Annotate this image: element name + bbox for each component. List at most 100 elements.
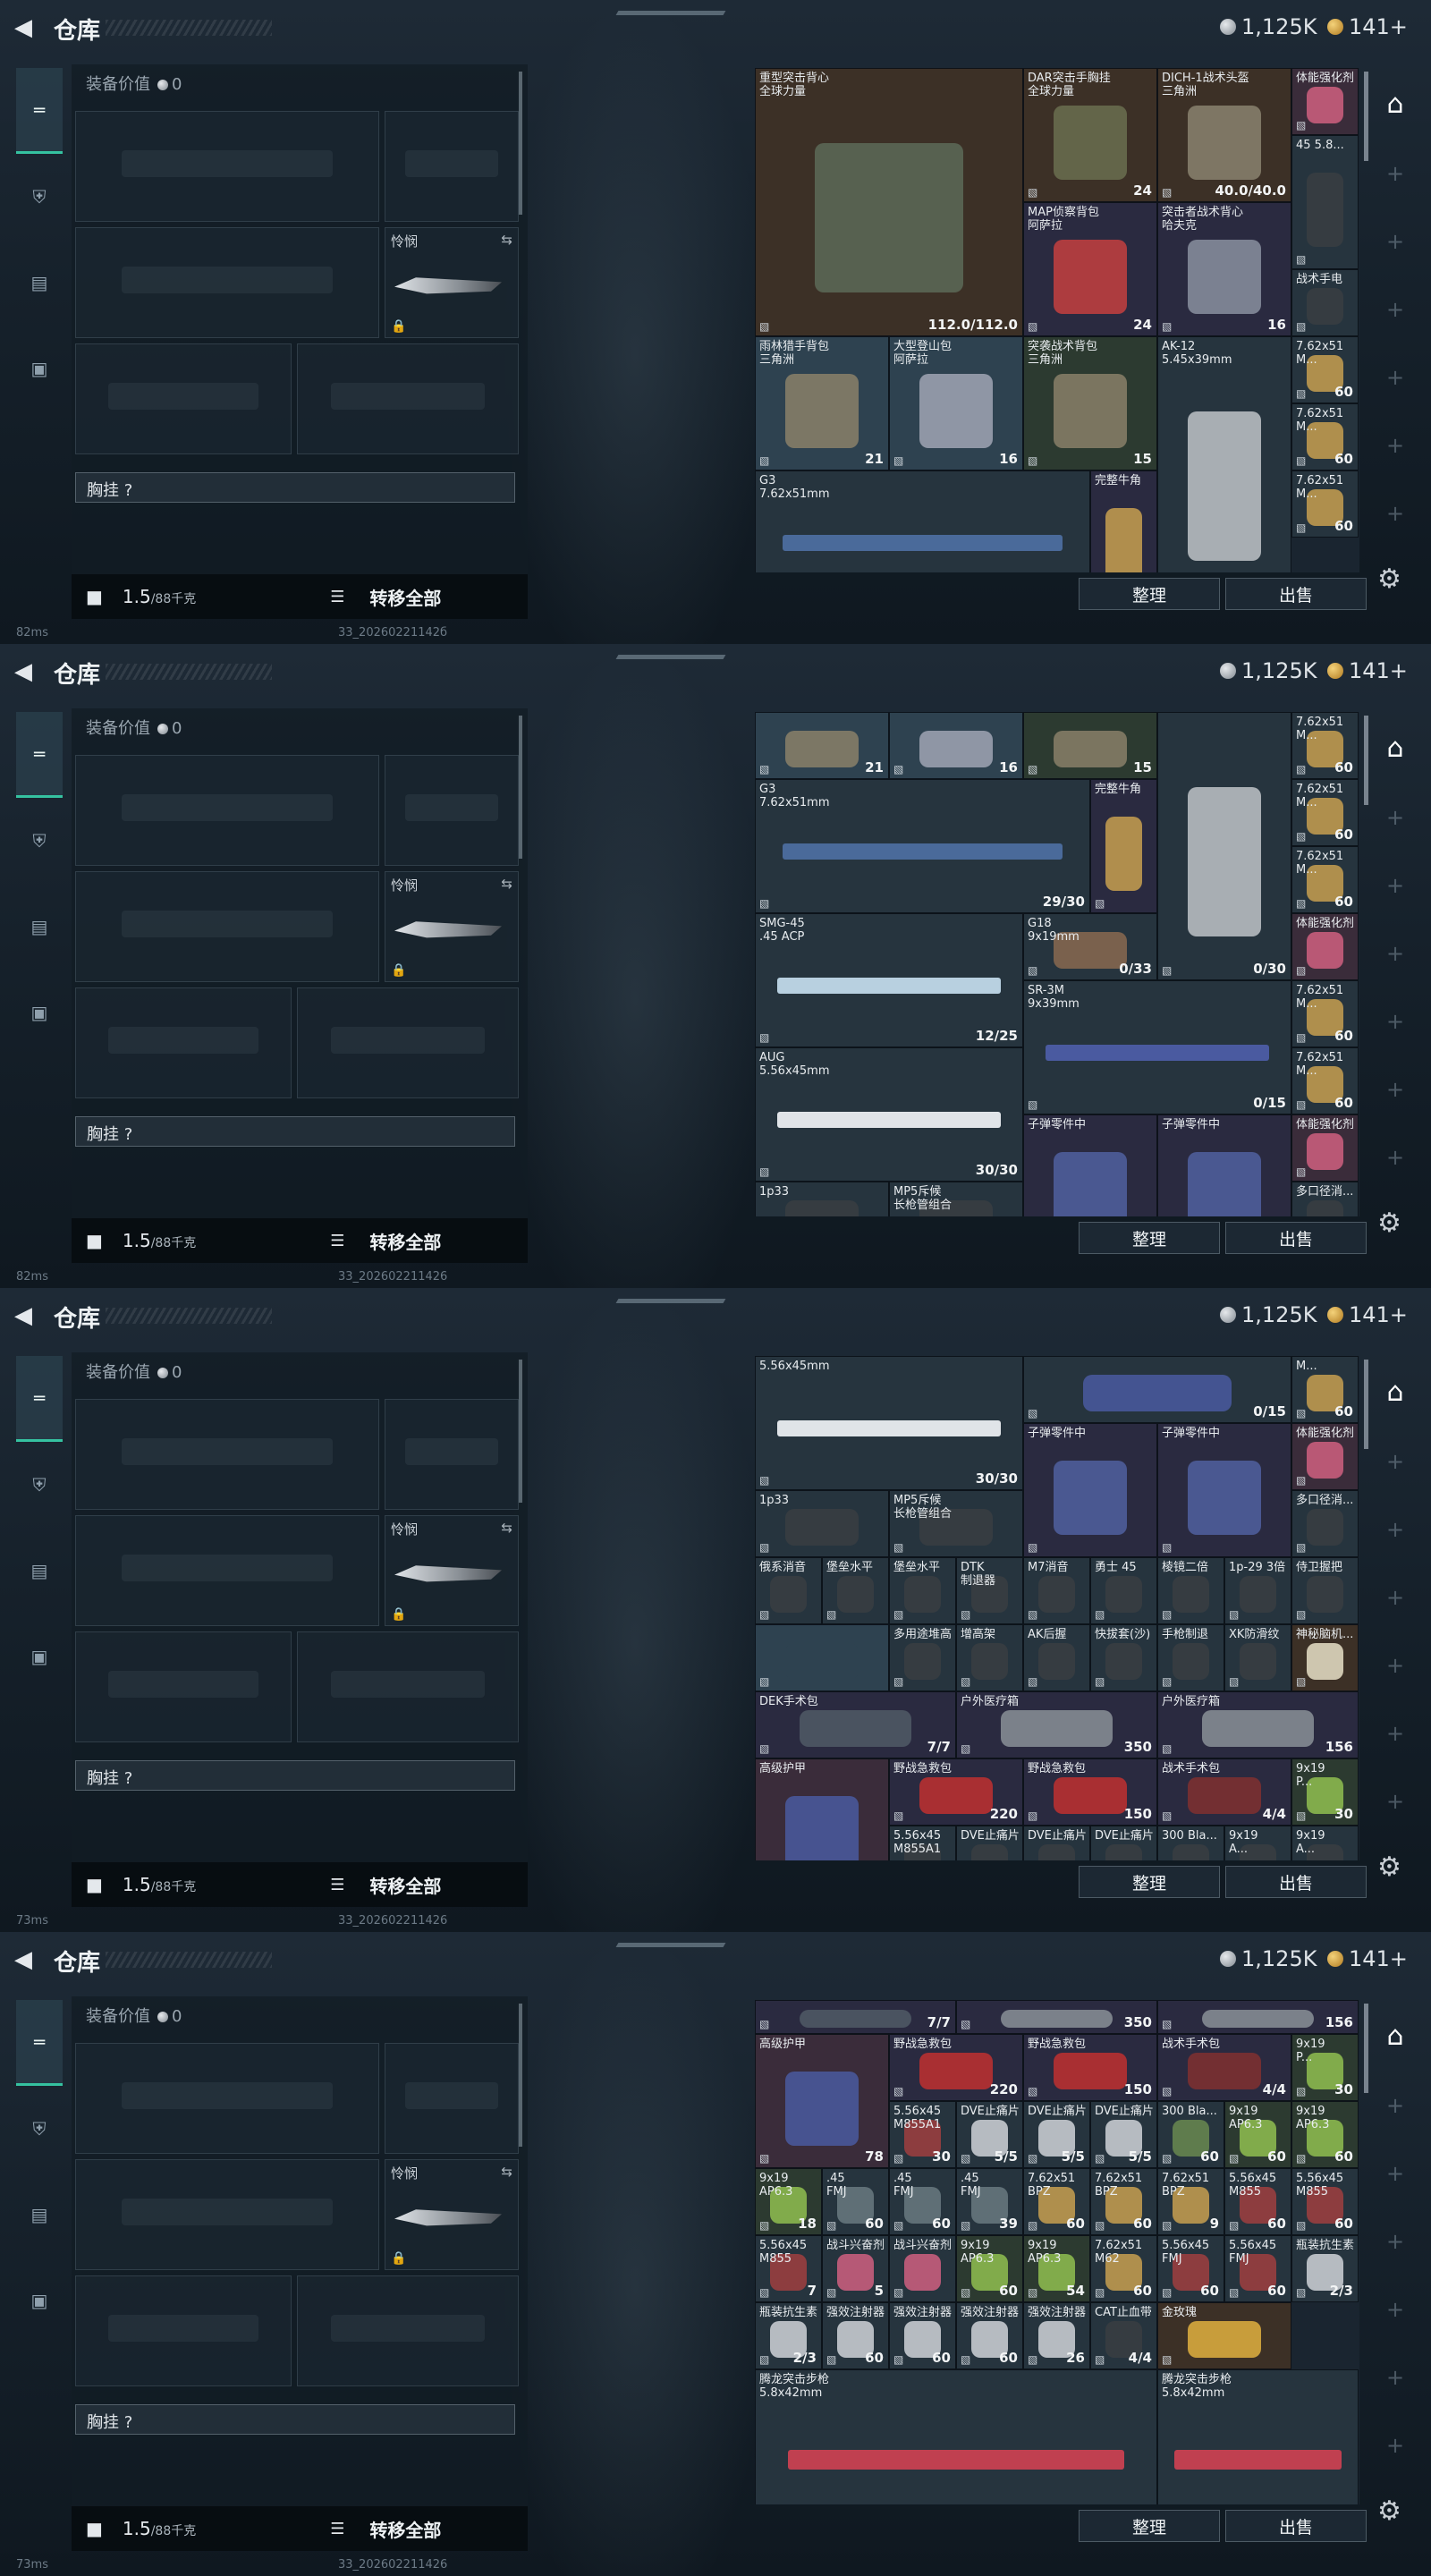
storage-item[interactable]: 5.56x45 M855 7 ▧ bbox=[755, 2234, 822, 2302]
add-tab-icon[interactable]: + bbox=[1376, 290, 1415, 329]
pistol-slot[interactable] bbox=[385, 111, 519, 222]
lock-icon[interactable]: ■ bbox=[86, 1874, 103, 1895]
storage-item[interactable]: 9x19 A...▧ bbox=[1224, 1826, 1291, 1860]
storage-item[interactable]: 突袭战术背包 三角洲 15 ▧ bbox=[1023, 336, 1157, 470]
add-tab-icon[interactable]: + bbox=[1376, 358, 1415, 397]
secondary-weapon-slot[interactable] bbox=[75, 2159, 379, 2270]
storage-item[interactable]: M... 60 ▧ bbox=[1291, 1356, 1359, 1423]
chest-rig-slot[interactable]: 胸挂 ? bbox=[75, 1760, 515, 1791]
storage-item[interactable]: 增高架 ▧ bbox=[956, 1624, 1023, 1691]
transfer-all-button[interactable]: 转移全部 bbox=[369, 1228, 441, 1254]
primary-weapon-slot[interactable] bbox=[75, 1399, 379, 1510]
settings-gear-icon[interactable]: ⚙ bbox=[1377, 1852, 1401, 1883]
storage-item[interactable]: 156 ▧ bbox=[1157, 2000, 1359, 2034]
storage-item[interactable]: 21 ▧ bbox=[755, 712, 889, 779]
storage-item[interactable]: 野战急救包 150 ▧ bbox=[1023, 2033, 1157, 2101]
transfer-all-button[interactable]: 转移全部 bbox=[369, 2516, 441, 2542]
lock-icon[interactable]: ■ bbox=[86, 2518, 103, 2539]
list-icon[interactable]: ☰ bbox=[330, 1876, 344, 1894]
add-tab-icon[interactable]: + bbox=[1376, 1070, 1415, 1109]
storage-item[interactable]: 300 Bla...▧ bbox=[1157, 1826, 1224, 1860]
storage-item[interactable]: 9x19 AP6.3 18 ▧ bbox=[755, 2167, 822, 2235]
gold-currency[interactable]: 141+ bbox=[1327, 658, 1408, 683]
storage-item[interactable]: 5.56x45mm 30/30 ▧ bbox=[755, 1356, 1023, 1490]
weapon-tab-icon[interactable]: ═ bbox=[16, 712, 63, 798]
armor-tab-icon[interactable]: ⛨ bbox=[16, 798, 63, 884]
chest-rig-slot[interactable]: 胸挂 ? bbox=[75, 2404, 515, 2435]
storage-item[interactable]: 强效注射器 26 ▧ bbox=[1023, 2301, 1090, 2369]
storage-item[interactable]: DVE止痛片▧ bbox=[956, 1826, 1023, 1860]
storage-item[interactable]: 快拔套(沙) ▧ bbox=[1090, 1624, 1157, 1691]
add-tab-icon[interactable]: + bbox=[1376, 934, 1415, 973]
helmet-slot[interactable] bbox=[75, 2275, 292, 2386]
add-tab-icon[interactable]: + bbox=[1376, 2222, 1415, 2261]
storage-item[interactable]: 金玫瑰 ▧ bbox=[1157, 2301, 1291, 2369]
storage-item[interactable]: SMG-45 .45 ACP 12/25 ▧ bbox=[755, 913, 1023, 1047]
storage-item[interactable]: 腾龙突击步枪 5.8x42mm▧ bbox=[755, 2368, 1157, 2504]
weapon-tab-icon[interactable]: ═ bbox=[16, 2000, 63, 2086]
add-tab-icon[interactable]: + bbox=[1376, 866, 1415, 905]
weapon-tab-icon[interactable]: ═ bbox=[16, 1356, 63, 1442]
storage-item[interactable]: 户外医疗箱 156 ▧ bbox=[1157, 1691, 1359, 1758]
body-armor-slot[interactable] bbox=[297, 2275, 519, 2386]
storage-item[interactable]: 7.62x51 M... 60 ▧ bbox=[1291, 980, 1359, 1047]
sort-button[interactable]: 整理 bbox=[1079, 2510, 1220, 2542]
body-armor-slot[interactable] bbox=[297, 987, 519, 1098]
storage-item[interactable]: 野战急救包 220 ▧ bbox=[889, 1758, 1023, 1826]
storage-item[interactable]: 7.62x51 M... 60 ▧ bbox=[1291, 336, 1359, 403]
armor-tab-icon[interactable]: ⛨ bbox=[16, 154, 63, 240]
storage-item[interactable]: XK防滑纹 ▧ bbox=[1224, 1624, 1291, 1691]
storage-item[interactable]: 5.56x45 M855 60 ▧ bbox=[1224, 2167, 1291, 2235]
gold-currency[interactable]: 141+ bbox=[1327, 14, 1408, 39]
storage-item[interactable]: .45 FMJ 60 ▧ bbox=[822, 2167, 889, 2235]
storage-item[interactable]: 瓶装抗生素 2/3 ▧ bbox=[755, 2301, 822, 2369]
storage-item[interactable]: MP5斥候 长枪管组合▧ bbox=[889, 1182, 1023, 1216]
sort-button[interactable]: 整理 bbox=[1079, 578, 1220, 610]
back-arrow-icon[interactable]: ◀ bbox=[14, 1302, 32, 1329]
storage-item[interactable]: 16 ▧ bbox=[889, 712, 1023, 779]
storage-item[interactable]: 大型登山包 阿萨拉 16 ▧ bbox=[889, 336, 1023, 470]
storage-item[interactable]: 350 ▧ bbox=[956, 2000, 1157, 2034]
storage-item[interactable]: 15 ▧ bbox=[1023, 712, 1157, 779]
storage-item[interactable]: 5.56x45 FMJ 60 ▧ bbox=[1157, 2234, 1224, 2302]
storage-tab-icon[interactable]: ⌂ bbox=[1376, 84, 1415, 123]
storage-item[interactable]: 9x19 P... 30 ▧ bbox=[1291, 1758, 1359, 1826]
storage-item[interactable]: 0/15 ▧ bbox=[1023, 1356, 1291, 1423]
storage-item[interactable]: 勇士 45 ▧ bbox=[1090, 1557, 1157, 1624]
storage-item[interactable]: 手枪制退 ▧ bbox=[1157, 1624, 1224, 1691]
primary-weapon-slot[interactable] bbox=[75, 755, 379, 866]
add-tab-icon[interactable]: + bbox=[1376, 1646, 1415, 1685]
storage-item[interactable]: 体能强化剂 ▧ bbox=[1291, 913, 1359, 980]
melee-slot[interactable]: 怜悯 ⇆ 🔒 bbox=[385, 871, 519, 982]
storage-item[interactable]: 野战急救包 220 ▧ bbox=[889, 2033, 1023, 2101]
add-tab-icon[interactable]: + bbox=[1376, 154, 1415, 193]
storage-item[interactable]: 棱镜二倍 ▧ bbox=[1157, 1557, 1224, 1624]
storage-item[interactable]: G18 9x19mm 0/33 ▧ bbox=[1023, 913, 1157, 980]
storage-tab-icon[interactable]: ⌂ bbox=[1376, 2016, 1415, 2055]
storage-item[interactable]: 5.56x45 M855 60 ▧ bbox=[1291, 2167, 1359, 2235]
chest-rig-slot[interactable]: 胸挂 ? bbox=[75, 1116, 515, 1147]
storage-item[interactable]: 战术手术包 4/4 ▧ bbox=[1157, 2033, 1291, 2101]
transfer-all-button[interactable]: 转移全部 bbox=[369, 1872, 441, 1898]
storage-item[interactable]: 5.56x45 M855A1▧ bbox=[889, 1826, 956, 1860]
secondary-weapon-slot[interactable] bbox=[75, 227, 379, 338]
case-tab-icon[interactable]: ▣ bbox=[16, 326, 63, 411]
storage-item[interactable]: 7.62x51 M... 60 ▧ bbox=[1291, 1047, 1359, 1114]
storage-item[interactable]: 7.62x51 M... 60 ▧ bbox=[1291, 403, 1359, 470]
left-scrollbar[interactable] bbox=[519, 72, 522, 215]
storage-item[interactable]: 体能强化剂 ▧ bbox=[1291, 1423, 1359, 1490]
storage-item[interactable]: 突击者战术背心 哈夫克 16 ▧ bbox=[1157, 202, 1291, 336]
storage-item[interactable]: 体能强化剂 ▧ bbox=[1291, 68, 1359, 135]
gold-currency[interactable]: 141+ bbox=[1327, 1302, 1408, 1327]
storage-item[interactable]: 7.62x51 BPZ 9 ▧ bbox=[1157, 2167, 1224, 2235]
storage-item[interactable]: 45 5.8... ▧ bbox=[1291, 135, 1359, 269]
melee-slot[interactable]: 怜悯 ⇆ 🔒 bbox=[385, 227, 519, 338]
storage-item[interactable]: 多口径消... ▧ bbox=[1291, 1490, 1359, 1557]
storage-item[interactable]: 堡垒水平 ▧ bbox=[889, 1557, 956, 1624]
helmet-slot[interactable] bbox=[75, 343, 292, 454]
storage-item[interactable]: AK后握 ▧ bbox=[1023, 1624, 1090, 1691]
storage-item[interactable]: 7.62x51 M... 60 ▧ bbox=[1291, 779, 1359, 846]
storage-item[interactable]: 腾龙突击步枪 5.8x42mm▧ bbox=[1157, 2368, 1359, 2504]
helmet-slot[interactable] bbox=[75, 1631, 292, 1742]
storage-item[interactable]: 9x19 AP6.3 54 ▧ bbox=[1023, 2234, 1090, 2302]
